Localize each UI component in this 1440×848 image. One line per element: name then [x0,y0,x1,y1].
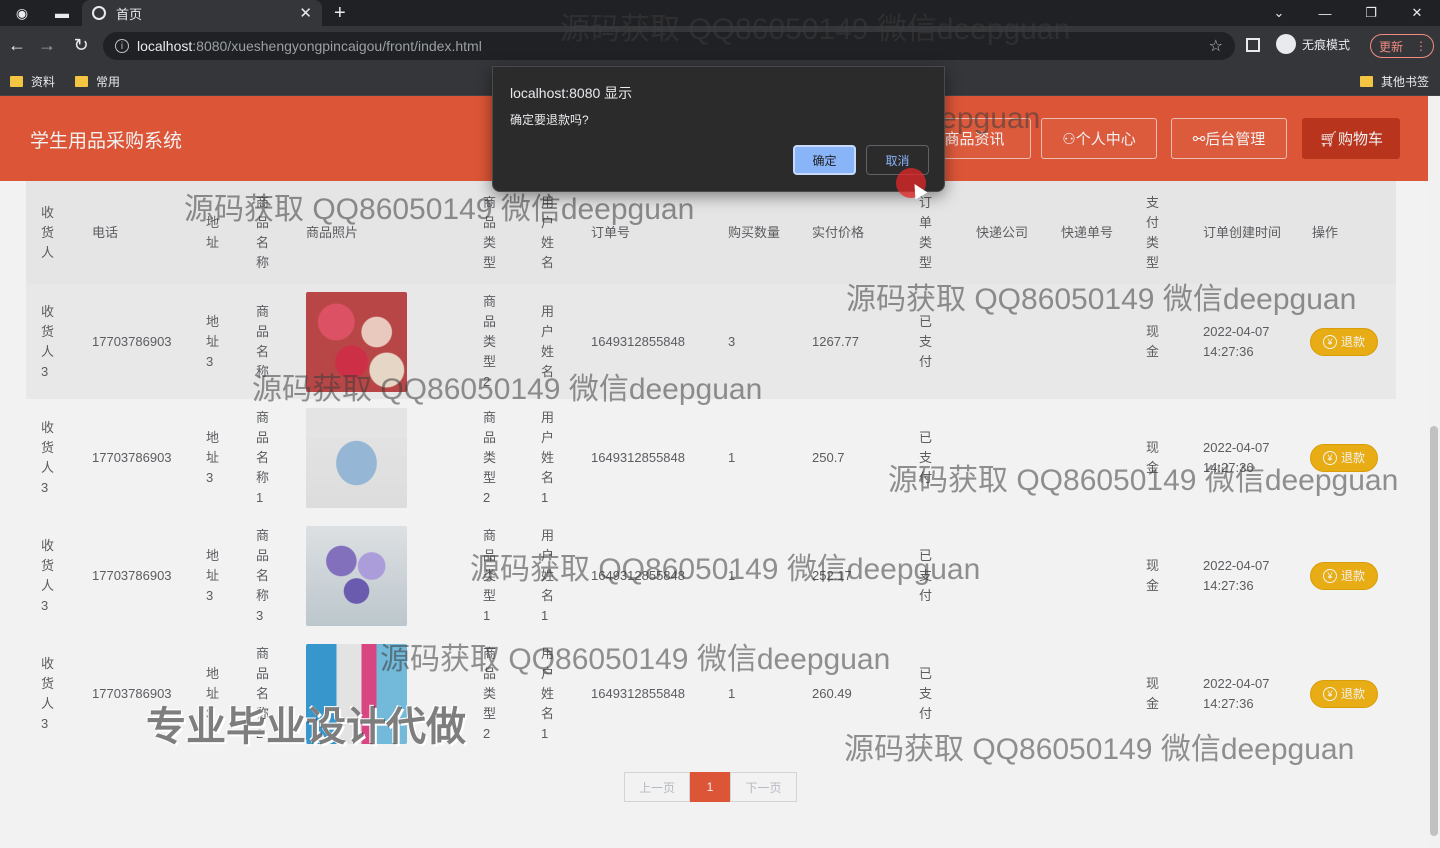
browser-tab-strip: ◉ ▬ 首页 ✕ + ⌄ — ❐ ✕ [0,0,1440,26]
profile-icon[interactable]: ◉ [12,3,32,23]
browser-tab[interactable]: 首页 ✕ [82,0,322,26]
back-icon[interactable]: ← [6,35,28,56]
browser-toolbar: ← → ↻ i localhost:8080/xueshengyongpinca… [0,26,1440,66]
watermark-banner: 专业毕业设计代做 [146,705,466,749]
incognito-label: 无痕模式 [1302,37,1351,52]
dialog-ok-button[interactable]: 确定 [793,145,856,175]
tab-list-icon[interactable]: ⌄ [1256,0,1302,26]
incognito-indicator[interactable]: 无痕模式 [1276,34,1350,54]
bookmark-folder[interactable]: 资料 [10,73,55,90]
folder-icon [10,76,23,87]
more-menu-icon[interactable]: ⋮ [1415,39,1427,53]
close-tab-icon[interactable]: ✕ [299,4,312,22]
update-label: 更新 [1379,39,1404,54]
new-tab-icon[interactable]: + [334,2,346,25]
globe-icon [92,6,106,20]
dialog-message: 确定要退款吗? [510,113,589,127]
site-info-icon[interactable]: i [115,39,129,53]
close-window-icon[interactable]: ✕ [1394,0,1440,26]
other-bookmarks-label: 其他书签 [1381,75,1430,89]
ok-label: 确定 [812,153,837,168]
folder-icon [75,76,88,87]
url-host: localhost [137,38,193,54]
update-button[interactable]: 更新 ⋮ [1370,34,1434,58]
url-path: :8080/xueshengyongpincaigou/front/index.… [192,38,482,54]
side-panel-icon[interactable] [1246,38,1260,52]
bookmark-label: 常用 [96,75,121,89]
tab-title: 首页 [116,6,143,22]
window-controls: ⌄ — ❐ ✕ [1256,0,1440,26]
folder-icon [1360,76,1373,87]
forward-icon[interactable]: → [36,35,58,56]
dialog-title: localhost:8080 显示 [510,85,633,101]
page-scrollbar[interactable] [1428,96,1440,848]
other-bookmarks[interactable]: 其他书签 [1360,73,1429,90]
tab-search-icon[interactable]: ▬ [52,3,72,23]
cancel-label: 取消 [885,153,910,168]
scrollbar-thumb[interactable] [1430,426,1438,836]
reload-icon[interactable]: ↻ [70,35,92,56]
maximize-icon[interactable]: ❐ [1348,0,1394,26]
bookmark-folder[interactable]: 常用 [75,73,120,90]
minimize-icon[interactable]: — [1302,0,1348,26]
confirm-dialog: localhost:8080 显示 确定要退款吗? 确定 取消 [492,66,945,192]
bookmark-label: 资料 [31,75,56,89]
incognito-icon [1276,34,1296,54]
bookmark-star-icon[interactable]: ☆ [1209,36,1223,56]
address-bar[interactable]: i localhost:8080/xueshengyongpincaigou/f… [103,32,1235,60]
